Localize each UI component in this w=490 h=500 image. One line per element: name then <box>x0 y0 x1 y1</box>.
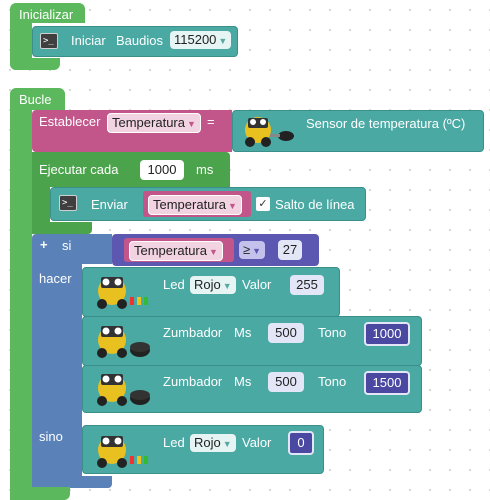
led2-color-value: Rojo <box>194 435 221 450</box>
temperature-sensor-icon <box>245 117 294 147</box>
equals-label: = <box>207 114 215 129</box>
terminal-icon: >_ <box>59 195 77 211</box>
buzz1-tone-input[interactable]: 1000 <box>364 322 410 346</box>
led2-value-input[interactable]: 0 <box>288 431 314 455</box>
every-unit-label: ms <box>196 162 214 177</box>
chevron-down-icon: ▼ <box>222 281 232 291</box>
buzz1-label: Zumbador <box>163 325 223 340</box>
sensor-label: Sensor de temperatura (ºC) <box>306 116 466 131</box>
led1-label: Led <box>163 277 185 292</box>
init-block-footer <box>10 58 60 70</box>
baud-dropdown[interactable]: 115200 ▼ <box>170 31 232 49</box>
buzz2-tone-input[interactable]: 1500 <box>364 371 410 395</box>
led2-value-label: Valor <box>242 435 272 450</box>
send-variable-dropdown[interactable]: Temperatura ▼ <box>148 195 242 215</box>
led2-color-dropdown[interactable]: Rojo ▼ <box>190 434 236 452</box>
else-label: sino <box>39 429 63 444</box>
buzz1-ms-label: Ms <box>234 325 252 340</box>
buzz1-ms-input[interactable]: 500 <box>268 323 304 343</box>
operator-value: ≥ <box>243 242 251 257</box>
chevron-down-icon: ▼ <box>208 247 218 257</box>
condition-value-input[interactable]: 27 <box>278 240 302 260</box>
led1-color-value: Rojo <box>194 277 221 292</box>
every-label: Ejecutar cada <box>39 162 119 177</box>
serial-begin-label: Iniciar <box>71 33 106 48</box>
set-variable-name: Temperatura <box>112 115 185 130</box>
condition-variable-dropdown[interactable]: Temperatura ▼ <box>129 241 223 261</box>
robot-led-icon <box>97 436 148 468</box>
led2-label: Led <box>163 435 185 450</box>
chevron-down-icon: ▼ <box>227 201 237 211</box>
buzz2-ms-label: Ms <box>234 374 252 389</box>
send-variable-name: Temperatura <box>153 197 226 212</box>
buzz2-ms-input[interactable]: 500 <box>268 372 304 392</box>
if-mutator-plus[interactable]: + <box>40 237 48 253</box>
baud-value: 115200 <box>174 32 217 47</box>
chevron-down-icon: ▼ <box>252 246 262 256</box>
buzz2-label: Zumbador <box>163 374 223 389</box>
loop-block-footer <box>10 487 70 500</box>
buzz2-tone-label: Tono <box>318 374 347 389</box>
led1-value-label: Valor <box>242 277 272 292</box>
set-label: Establecer <box>39 114 101 129</box>
newline-label: Salto de línea <box>275 197 355 212</box>
every-interval-input[interactable]: 1000 <box>140 160 184 180</box>
if-label: si <box>62 238 72 253</box>
baud-label: Baudios <box>116 33 163 48</box>
operator-dropdown[interactable]: ≥ ▼ <box>239 241 266 259</box>
terminal-icon: >_ <box>40 33 58 49</box>
robot-buzzer-icon <box>97 326 150 358</box>
newline-checkbox[interactable]: ✓ <box>256 197 270 211</box>
chevron-down-icon: ▼ <box>186 119 196 129</box>
robot-buzzer-icon <box>97 374 150 406</box>
if-block-body <box>32 262 82 488</box>
condition-variable-name: Temperatura <box>134 243 207 258</box>
chevron-down-icon: ▼ <box>218 36 228 46</box>
led1-color-dropdown[interactable]: Rojo ▼ <box>190 276 236 294</box>
init-title: Inicializar <box>19 7 74 22</box>
every-block-footer <box>32 222 92 234</box>
do-label: hacer <box>39 271 72 286</box>
loop-block-body <box>10 108 32 500</box>
led1-value-input[interactable]: 255 <box>290 275 324 295</box>
robot-led-icon <box>97 277 148 309</box>
chevron-down-icon: ▼ <box>222 439 232 449</box>
set-variable-dropdown[interactable]: Temperatura ▼ <box>107 113 201 133</box>
send-label: Enviar <box>91 197 128 212</box>
loop-title: Bucle <box>19 92 52 107</box>
buzz1-tone-label: Tono <box>318 325 347 340</box>
